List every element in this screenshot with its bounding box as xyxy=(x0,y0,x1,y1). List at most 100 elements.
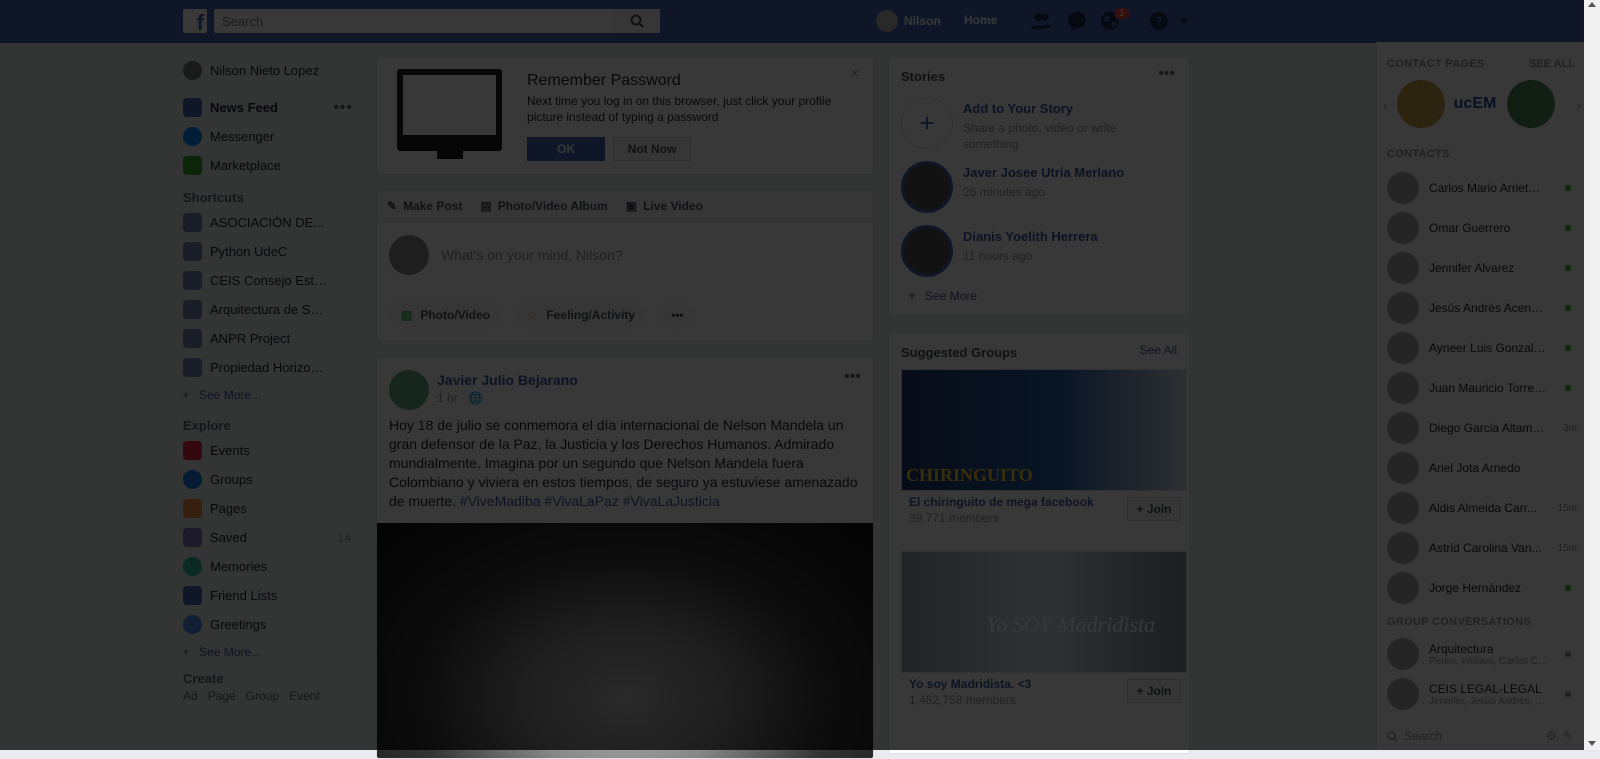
contact-pages-see-all[interactable]: SEE ALL xyxy=(1529,58,1575,70)
shortcut-item[interactable]: ANPR Project xyxy=(183,324,363,353)
avatar[interactable] xyxy=(389,370,429,410)
group-conversation-item[interactable]: CEIS LEGAL-LEGAL Jennifer, Jesús Andrés, … xyxy=(1387,676,1577,712)
see-all-link[interactable]: See All xyxy=(1140,343,1177,357)
remember-password-text: Next time you log in on this browser, ju… xyxy=(527,94,832,124)
contact-page-logo[interactable] xyxy=(1397,80,1445,128)
contact-page-logo[interactable] xyxy=(1507,80,1555,128)
tab-live-video[interactable]: ▣ Live Video xyxy=(626,199,703,213)
profile-link[interactable]: Nilson xyxy=(876,10,941,32)
contact-item[interactable]: Jesús Andrés Acend... xyxy=(1387,290,1577,326)
sidebar-item-friend-lists[interactable]: Friend Lists xyxy=(183,581,363,610)
create-ad-link[interactable]: Ad xyxy=(183,689,198,703)
sidebar-item-memories[interactable]: Memories xyxy=(183,552,363,581)
contact-item[interactable]: Ariel Jota Arnedo xyxy=(1387,450,1577,486)
group-cover-image[interactable]: Yo SOY Madridista xyxy=(901,551,1187,673)
scroll-down-arrow[interactable] xyxy=(1588,741,1596,746)
post-hashtags[interactable]: #ViveMadiba #VivaLaPaz #VivaLaJusticia xyxy=(460,493,720,509)
sidebar-item-news-feed[interactable]: News Feed ••• xyxy=(183,93,363,122)
sidebar-item-events[interactable]: Events xyxy=(183,436,363,465)
shortcut-item[interactable]: Python UdeC xyxy=(183,237,363,266)
tab-label: Make Post xyxy=(403,199,463,213)
chevron-left-icon[interactable]: ‹ xyxy=(1383,98,1387,113)
chat-search-input[interactable]: Search xyxy=(1404,729,1442,743)
close-icon[interactable]: × xyxy=(851,65,859,81)
contact-item[interactable]: Aldis Almeida Carr... 15m xyxy=(1387,490,1577,526)
shortcuts-see-more[interactable]: ▾ See More... xyxy=(183,382,363,408)
contact-item[interactable]: Jennifer Alvarez xyxy=(1387,250,1577,286)
story-item[interactable]: Dianis Yoelith Herrera 11 hours ago xyxy=(901,225,1153,277)
create-page-link[interactable]: Page xyxy=(208,689,236,703)
new-message-icon[interactable]: ✎ xyxy=(1563,729,1573,743)
messenger-icon[interactable] xyxy=(1066,11,1088,31)
shortcut-item[interactable]: CEIS Consejo Estu... xyxy=(183,266,363,295)
ok-button[interactable]: OK xyxy=(527,137,605,161)
search-button[interactable] xyxy=(614,9,660,33)
sidebar-item-groups[interactable]: Groups xyxy=(183,465,363,494)
group-conversation-item[interactable]: Arquitectura Pedro, William, Carlos Cara.… xyxy=(1387,636,1577,672)
avatar xyxy=(1387,638,1419,670)
stories-see-more[interactable]: ▾ See More xyxy=(909,289,977,303)
chevron-right-icon[interactable]: › xyxy=(1577,98,1581,113)
story-item[interactable]: Javer Josee Utria Merlano 26 minutes ago xyxy=(901,161,1153,213)
create-event-link[interactable]: Event xyxy=(289,689,320,703)
contact-item[interactable]: Diego Garcia Altamir... 3m xyxy=(1387,410,1577,446)
home-link[interactable]: Home xyxy=(964,13,997,27)
composer-input-row[interactable]: What's on your mind, Nilson? xyxy=(389,235,623,275)
more-options-icon[interactable]: ••• xyxy=(333,99,353,117)
create-group-link[interactable]: Group xyxy=(246,689,279,703)
page-scrollbar[interactable] xyxy=(1584,0,1600,750)
contact-item[interactable]: Juan Mauricio Torres ... xyxy=(1387,370,1577,406)
contact-item[interactable]: Carlos Mario Arrieta ... xyxy=(1387,170,1577,206)
group-name[interactable]: El chiringuito de mega facebook xyxy=(909,495,1094,509)
photo-video-button[interactable]: ▨ Photo/Video xyxy=(389,301,503,329)
facebook-logo[interactable]: f xyxy=(183,9,207,35)
composer-input[interactable]: What's on your mind, Nilson? xyxy=(441,247,623,263)
not-now-button[interactable]: Not Now xyxy=(613,137,691,161)
more-actions-button[interactable]: ••• xyxy=(659,301,696,329)
shortcut-item[interactable]: Propiedad Horizontal xyxy=(183,353,363,382)
sidebar-item-label: Friend Lists xyxy=(210,588,278,603)
search-box[interactable] xyxy=(214,9,660,33)
profile-shortcut[interactable]: Nilson Nieto Lopez xyxy=(183,56,363,85)
post-author[interactable]: Javier Julio Bejarano xyxy=(437,372,578,388)
shortcut-item[interactable]: Arquitectura de Sof... xyxy=(183,295,363,324)
shortcut-item[interactable]: ASOCIACIÓN DE... xyxy=(183,208,363,237)
group-conversation-members: Pedro, William, Carlos Cara... xyxy=(1429,655,1549,667)
contact-item[interactable]: Jorge Hernández xyxy=(1387,570,1577,606)
add-story[interactable]: + Add to Your Story Share a photo, video… xyxy=(901,97,1153,152)
join-group-button[interactable]: + Join xyxy=(1127,497,1181,521)
post-options-icon[interactable]: ••• xyxy=(844,368,861,386)
contact-item[interactable]: Omar Guerrero xyxy=(1387,210,1577,246)
account-dropdown-icon[interactable] xyxy=(1178,11,1190,31)
help-icon[interactable]: ? xyxy=(1148,11,1170,31)
post-timestamp[interactable]: 1 hr · 🌐 xyxy=(437,391,483,405)
sidebar-item-greetings[interactable]: Greetings xyxy=(183,610,363,639)
friend-requests-icon[interactable] xyxy=(1030,11,1052,31)
sidebar-item-marketplace[interactable]: Marketplace xyxy=(183,151,363,180)
avatar xyxy=(1387,332,1419,364)
chat-search[interactable]: Search ⚙ ✎ xyxy=(1387,726,1573,746)
stories-options-icon[interactable]: ••• xyxy=(1158,65,1175,83)
contact-item[interactable]: Ayneer Luis Gonzale... xyxy=(1387,330,1577,366)
notification-count-badge: 1 xyxy=(1114,7,1130,20)
group-cover-image[interactable]: CHIRINGUITO xyxy=(901,369,1187,491)
contact-name: Astrid Carolina Van... xyxy=(1429,541,1542,555)
pencil-icon: ✎ xyxy=(387,199,398,213)
group-name[interactable]: Yo soy Madridista. <3 xyxy=(909,677,1031,691)
scroll-up-arrow[interactable] xyxy=(1588,2,1596,7)
contact-page-logo[interactable]: ucEM xyxy=(1451,80,1499,128)
gear-icon[interactable]: ⚙ xyxy=(1546,729,1557,743)
contact-item[interactable]: Astrid Carolina Van... 15m xyxy=(1387,530,1577,566)
tab-photo-album[interactable]: ▤ Photo/Video Album xyxy=(480,199,607,213)
sidebar-item-pages[interactable]: Pages xyxy=(183,494,363,523)
shortcut-label: CEIS Consejo Estu... xyxy=(210,273,330,288)
explore-see-more[interactable]: ▾ See More... xyxy=(183,639,363,665)
feeling-activity-button[interactable]: ☺ Feeling/Activity xyxy=(514,301,648,329)
post-photo[interactable] xyxy=(377,523,873,758)
search-input[interactable] xyxy=(220,9,624,33)
sidebar-item-messenger[interactable]: Messenger xyxy=(183,122,363,151)
tab-make-post[interactable]: ✎ Make Post xyxy=(387,199,462,213)
join-group-button[interactable]: + Join xyxy=(1127,679,1181,703)
sidebar-item-saved[interactable]: Saved 14 xyxy=(183,523,363,552)
composer-tabs: ✎ Make Post ▤ Photo/Video Album ▣ Live Vide… xyxy=(377,191,873,222)
